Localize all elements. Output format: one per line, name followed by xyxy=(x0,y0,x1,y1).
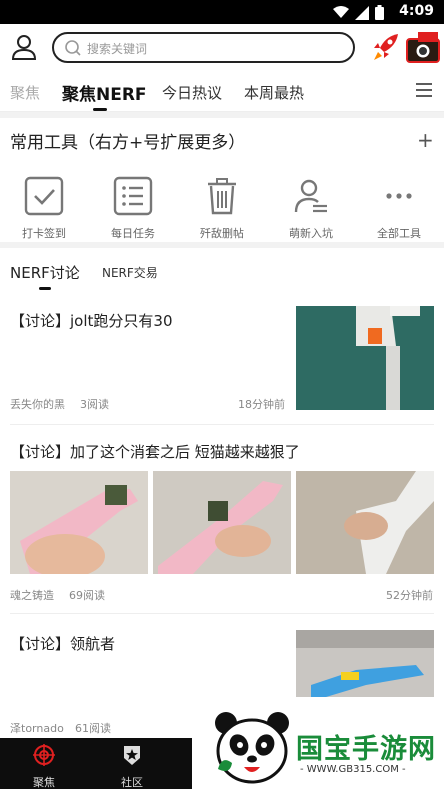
camera-icon[interactable] xyxy=(406,31,440,63)
nav-focus[interactable]: 聚焦 xyxy=(14,744,74,789)
tool-label: 歼敌删帖 xyxy=(200,227,244,240)
tool-all[interactable]: 全部工具 xyxy=(364,176,434,241)
tool-label: 萌新入坑 xyxy=(289,227,333,240)
post-time: 52分钟前 xyxy=(386,589,433,602)
post-thumbnail[interactable] xyxy=(296,471,434,574)
checkin-icon xyxy=(24,176,64,216)
subtab-nerf-trade[interactable]: NERF交易 xyxy=(102,264,158,281)
target-icon xyxy=(33,744,55,766)
blaster-photo xyxy=(153,471,291,574)
post-author[interactable]: 泽tornado xyxy=(10,720,64,736)
header: 搜索关键词 xyxy=(0,24,444,72)
tool-delete-post[interactable]: 歼敌删帖 xyxy=(187,176,257,241)
rocket-icon[interactable] xyxy=(372,32,400,62)
top-tabs: 聚焦 聚焦NERF 今日热议 本周最热 xyxy=(0,72,444,112)
status-bar: 4:09 xyxy=(0,0,444,24)
post-title[interactable]: 【讨论】加了这个消套之后 短猫越来越狠了 xyxy=(10,441,300,462)
post-reads: 61阅读 xyxy=(75,722,111,735)
user-icon[interactable] xyxy=(12,34,36,60)
post-time: 18分钟前 xyxy=(238,398,285,411)
panda-logo xyxy=(215,712,289,784)
divider xyxy=(10,424,434,425)
task-list-icon xyxy=(113,176,153,216)
clock: 4:09 xyxy=(399,3,434,19)
subtab-nerf-discussion[interactable]: NERF讨论 xyxy=(10,262,80,283)
search-input[interactable]: 搜索关键词 xyxy=(52,32,355,63)
tool-checkin[interactable]: 打卡签到 xyxy=(9,176,79,241)
nav-label: 社区 xyxy=(121,776,143,789)
blaster-photo xyxy=(296,306,434,410)
tab-focus-nerf[interactable]: 聚焦NERF xyxy=(62,80,147,105)
tool-label: 全部工具 xyxy=(377,227,421,240)
watermark-text: 国宝手游网 xyxy=(296,734,436,765)
post-thumbnail[interactable] xyxy=(153,471,291,574)
tools-title: 常用工具（右方+号扩展更多） xyxy=(10,133,246,153)
watermark-url: - WWW.GB315.COM - xyxy=(300,764,406,775)
post-author[interactable]: 魂之铸造 xyxy=(10,587,54,603)
newbie-user-icon xyxy=(294,179,327,213)
tool-newbie[interactable]: 萌新入坑 xyxy=(276,176,346,241)
post-title[interactable]: 【讨论】jolt跑分只有30 xyxy=(10,310,172,331)
divider xyxy=(10,613,434,614)
blaster-photo xyxy=(10,471,148,574)
tool-label: 每日任务 xyxy=(111,227,155,240)
search-icon xyxy=(65,40,81,56)
active-tab-indicator xyxy=(93,108,107,111)
post-author[interactable]: 丢失你的黑 xyxy=(10,396,65,412)
nav-label: 聚焦 xyxy=(33,776,55,789)
trash-icon xyxy=(208,178,236,215)
wifi-icon xyxy=(333,6,349,18)
post-thumbnail[interactable] xyxy=(296,630,434,697)
tab-today-hot[interactable]: 今日热议 xyxy=(162,82,222,103)
active-subtab-indicator xyxy=(39,287,51,290)
section-gap xyxy=(0,112,444,118)
tab-focus[interactable]: 聚焦 xyxy=(10,82,40,103)
battery-icon xyxy=(375,5,384,20)
tool-label: 打卡签到 xyxy=(22,227,66,240)
blaster-photo xyxy=(296,630,434,697)
post-reads: 69阅读 xyxy=(69,589,105,602)
badge-star-icon xyxy=(124,746,140,765)
nav-community[interactable]: 社区 xyxy=(102,744,162,789)
post-thumbnail[interactable] xyxy=(10,471,148,574)
section-gap xyxy=(0,242,444,248)
post-reads: 3阅读 xyxy=(80,398,109,411)
status-icons xyxy=(333,5,384,20)
tab-week-hot[interactable]: 本周最热 xyxy=(244,82,304,103)
more-dots-icon xyxy=(386,193,412,199)
search-placeholder: 搜索关键词 xyxy=(87,42,148,56)
post-title[interactable]: 【讨论】领航者 xyxy=(10,633,115,654)
bottom-nav: 聚焦 社区 xyxy=(0,738,192,789)
signal-icon xyxy=(355,5,369,20)
post-thumbnail[interactable] xyxy=(296,306,434,410)
blaster-photo xyxy=(296,471,434,574)
tool-daily-task[interactable]: 每日任务 xyxy=(98,176,168,241)
menu-icon[interactable] xyxy=(416,83,432,97)
watermark: 国宝手游网 - WWW.GB315.COM - xyxy=(192,697,444,789)
plus-icon[interactable]: + xyxy=(417,130,434,150)
